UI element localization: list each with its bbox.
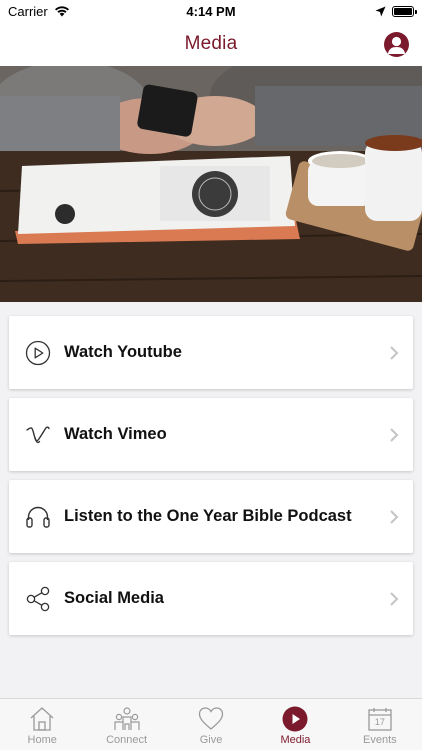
hero-illustration <box>0 66 422 302</box>
menu-item-label: Watch Youtube <box>64 343 182 361</box>
status-bar: Carrier 4:14 PM <box>0 0 422 22</box>
menu-item-label: Social Media <box>64 589 164 607</box>
chevron-right-icon <box>390 510 399 524</box>
calendar-icon: 17 <box>366 706 394 732</box>
menu-item-social-media[interactable]: Social Media <box>9 562 413 635</box>
location-arrow-icon <box>375 6 386 16</box>
status-left: Carrier <box>8 4 70 19</box>
user-profile-icon <box>387 36 406 54</box>
tab-label: Media <box>280 734 311 746</box>
menu-item-youtube[interactable]: Watch Youtube <box>9 316 413 389</box>
tab-bar: Home Connect Give Media 17 Events <box>0 698 422 750</box>
heart-icon <box>197 706 225 732</box>
play-circle-icon <box>24 340 52 366</box>
chevron-right-icon <box>390 592 399 606</box>
home-icon <box>28 706 56 732</box>
status-right <box>375 5 417 17</box>
wifi-icon <box>54 6 69 17</box>
tab-media[interactable]: Media <box>253 699 337 750</box>
tab-give[interactable]: Give <box>169 699 253 750</box>
calendar-day-number: 17 <box>374 717 385 727</box>
play-circle-icon <box>281 706 309 732</box>
tab-label: Connect <box>106 734 148 746</box>
share-icon <box>24 586 52 612</box>
chevron-right-icon <box>390 428 399 442</box>
carrier-label: Carrier <box>8 3 48 19</box>
battery-icon <box>392 5 417 17</box>
page-title: Media <box>184 33 238 54</box>
tab-label: Home <box>27 734 57 746</box>
menu-item-vimeo[interactable]: Watch Vimeo <box>9 398 413 471</box>
nav-bar: Media <box>0 22 422 66</box>
menu-item-label: Watch Vimeo <box>64 425 167 443</box>
menu-item-label: Listen to the One Year Bible Podcast <box>64 507 352 525</box>
tab-label: Give <box>199 734 223 746</box>
tab-events[interactable]: 17 Events <box>338 699 422 750</box>
profile-button[interactable] <box>384 32 409 57</box>
hero-image <box>0 66 422 302</box>
headphones-icon <box>24 504 52 530</box>
menu-item-podcast[interactable]: Listen to the One Year Bible Podcast <box>9 480 413 553</box>
tab-connect[interactable]: Connect <box>84 699 168 750</box>
vimeo-icon <box>24 422 52 448</box>
tab-home[interactable]: Home <box>0 699 84 750</box>
people-icon <box>113 706 141 732</box>
chevron-right-icon <box>390 346 399 360</box>
tab-label: Events <box>363 734 397 746</box>
